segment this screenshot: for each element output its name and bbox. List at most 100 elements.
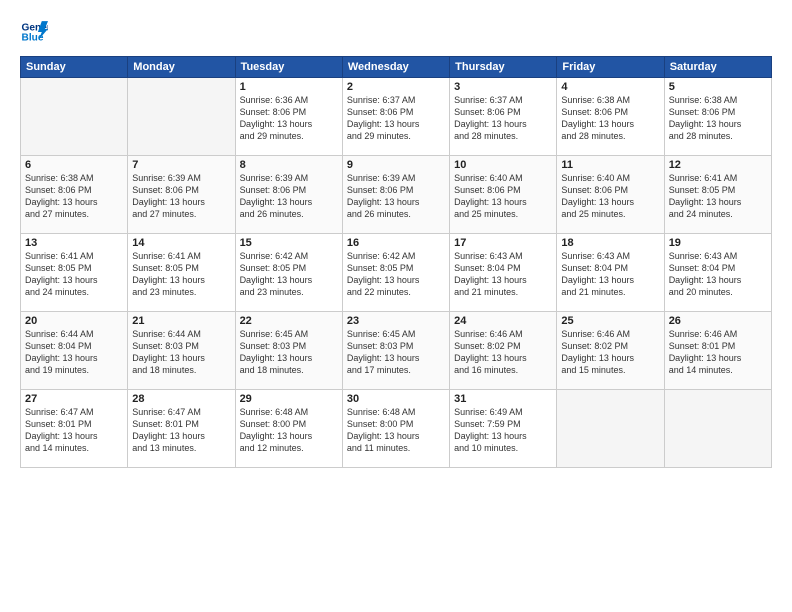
- day-info: Sunrise: 6:45 AM Sunset: 8:03 PM Dayligh…: [347, 328, 445, 377]
- day-info: Sunrise: 6:38 AM Sunset: 8:06 PM Dayligh…: [669, 94, 767, 143]
- calendar-cell: 20Sunrise: 6:44 AM Sunset: 8:04 PM Dayli…: [21, 312, 128, 390]
- day-number: 19: [669, 237, 767, 249]
- day-info: Sunrise: 6:46 AM Sunset: 8:02 PM Dayligh…: [454, 328, 552, 377]
- logo-icon: General Blue: [20, 18, 48, 46]
- day-info: Sunrise: 6:41 AM Sunset: 8:05 PM Dayligh…: [132, 250, 230, 299]
- day-number: 6: [25, 159, 123, 171]
- calendar-cell: 23Sunrise: 6:45 AM Sunset: 8:03 PM Dayli…: [342, 312, 449, 390]
- day-number: 30: [347, 393, 445, 405]
- calendar-cell: [128, 78, 235, 156]
- calendar-header-friday: Friday: [557, 57, 664, 78]
- day-number: 21: [132, 315, 230, 327]
- day-info: Sunrise: 6:48 AM Sunset: 8:00 PM Dayligh…: [240, 406, 338, 455]
- calendar-cell: 26Sunrise: 6:46 AM Sunset: 8:01 PM Dayli…: [664, 312, 771, 390]
- day-number: 3: [454, 81, 552, 93]
- day-info: Sunrise: 6:46 AM Sunset: 8:01 PM Dayligh…: [669, 328, 767, 377]
- calendar-cell: 18Sunrise: 6:43 AM Sunset: 8:04 PM Dayli…: [557, 234, 664, 312]
- day-number: 25: [561, 315, 659, 327]
- calendar-cell: [21, 78, 128, 156]
- calendar-cell: 24Sunrise: 6:46 AM Sunset: 8:02 PM Dayli…: [450, 312, 557, 390]
- calendar-cell: 7Sunrise: 6:39 AM Sunset: 8:06 PM Daylig…: [128, 156, 235, 234]
- day-number: 4: [561, 81, 659, 93]
- logo: General Blue: [20, 18, 48, 46]
- day-number: 15: [240, 237, 338, 249]
- calendar-header-sunday: Sunday: [21, 57, 128, 78]
- calendar-cell: 13Sunrise: 6:41 AM Sunset: 8:05 PM Dayli…: [21, 234, 128, 312]
- calendar-cell: 22Sunrise: 6:45 AM Sunset: 8:03 PM Dayli…: [235, 312, 342, 390]
- calendar-cell: 9Sunrise: 6:39 AM Sunset: 8:06 PM Daylig…: [342, 156, 449, 234]
- calendar-cell: 4Sunrise: 6:38 AM Sunset: 8:06 PM Daylig…: [557, 78, 664, 156]
- calendar-cell: 3Sunrise: 6:37 AM Sunset: 8:06 PM Daylig…: [450, 78, 557, 156]
- day-number: 22: [240, 315, 338, 327]
- calendar-week-row: 1Sunrise: 6:36 AM Sunset: 8:06 PM Daylig…: [21, 78, 772, 156]
- calendar-cell: 30Sunrise: 6:48 AM Sunset: 8:00 PM Dayli…: [342, 390, 449, 468]
- calendar-header-monday: Monday: [128, 57, 235, 78]
- day-number: 13: [25, 237, 123, 249]
- calendar-cell: 2Sunrise: 6:37 AM Sunset: 8:06 PM Daylig…: [342, 78, 449, 156]
- calendar-week-row: 27 Sunrise: 6:47 AM Sunset: 8:01 PM Dayli…: [21, 390, 772, 468]
- page-header: General Blue: [20, 18, 772, 46]
- calendar-header-wednesday: Wednesday: [342, 57, 449, 78]
- day-number: 14: [132, 237, 230, 249]
- calendar-header-thursday: Thursday: [450, 57, 557, 78]
- day-number: 26: [669, 315, 767, 327]
- day-number: 29: [240, 393, 338, 405]
- day-info: Sunrise: 6:46 AM Sunset: 8:02 PM Dayligh…: [561, 328, 659, 377]
- calendar-cell: 10Sunrise: 6:40 AM Sunset: 8:06 PM Dayli…: [450, 156, 557, 234]
- calendar-cell: 21Sunrise: 6:44 AM Sunset: 8:03 PM Dayli…: [128, 312, 235, 390]
- day-info: Sunrise: 6:47 AM Sunset: 8:01 PM Dayligh…: [132, 406, 230, 455]
- calendar-header-row: SundayMondayTuesdayWednesdayThursdayFrid…: [21, 57, 772, 78]
- day-number: 27: [25, 393, 123, 405]
- day-number: 24: [454, 315, 552, 327]
- day-number: 12: [669, 159, 767, 171]
- day-info: Sunrise: 6:39 AM Sunset: 8:06 PM Dayligh…: [132, 172, 230, 221]
- day-number: 8: [240, 159, 338, 171]
- calendar-header-tuesday: Tuesday: [235, 57, 342, 78]
- calendar-cell: 1Sunrise: 6:36 AM Sunset: 8:06 PM Daylig…: [235, 78, 342, 156]
- day-info: Sunrise: 6:43 AM Sunset: 8:04 PM Dayligh…: [669, 250, 767, 299]
- day-info: Sunrise: 6:39 AM Sunset: 8:06 PM Dayligh…: [240, 172, 338, 221]
- calendar-cell: 19Sunrise: 6:43 AM Sunset: 8:04 PM Dayli…: [664, 234, 771, 312]
- day-number: 23: [347, 315, 445, 327]
- day-info: Sunrise: 6:36 AM Sunset: 8:06 PM Dayligh…: [240, 94, 338, 143]
- day-number: 20: [25, 315, 123, 327]
- day-number: 31: [454, 393, 552, 405]
- calendar-cell: 14Sunrise: 6:41 AM Sunset: 8:05 PM Dayli…: [128, 234, 235, 312]
- calendar-cell: [664, 390, 771, 468]
- day-number: 5: [669, 81, 767, 93]
- day-info: Sunrise: 6:40 AM Sunset: 8:06 PM Dayligh…: [561, 172, 659, 221]
- calendar-cell: 6Sunrise: 6:38 AM Sunset: 8:06 PM Daylig…: [21, 156, 128, 234]
- day-number: 7: [132, 159, 230, 171]
- calendar-cell: 28Sunrise: 6:47 AM Sunset: 8:01 PM Dayli…: [128, 390, 235, 468]
- day-number: 10: [454, 159, 552, 171]
- calendar-cell: 16Sunrise: 6:42 AM Sunset: 8:05 PM Dayli…: [342, 234, 449, 312]
- day-info: Sunrise: 6:43 AM Sunset: 8:04 PM Dayligh…: [454, 250, 552, 299]
- day-info: Sunrise: 6:38 AM Sunset: 8:06 PM Dayligh…: [25, 172, 123, 221]
- day-info: Sunrise: 6:41 AM Sunset: 8:05 PM Dayligh…: [669, 172, 767, 221]
- svg-text:Blue: Blue: [22, 33, 44, 44]
- calendar-cell: 15Sunrise: 6:42 AM Sunset: 8:05 PM Dayli…: [235, 234, 342, 312]
- calendar-cell: 29Sunrise: 6:48 AM Sunset: 8:00 PM Dayli…: [235, 390, 342, 468]
- calendar-cell: 5Sunrise: 6:38 AM Sunset: 8:06 PM Daylig…: [664, 78, 771, 156]
- calendar-cell: 25Sunrise: 6:46 AM Sunset: 8:02 PM Dayli…: [557, 312, 664, 390]
- calendar-cell: 17Sunrise: 6:43 AM Sunset: 8:04 PM Dayli…: [450, 234, 557, 312]
- day-number: 1: [240, 81, 338, 93]
- day-number: 2: [347, 81, 445, 93]
- calendar-week-row: 6Sunrise: 6:38 AM Sunset: 8:06 PM Daylig…: [21, 156, 772, 234]
- calendar-cell: 12Sunrise: 6:41 AM Sunset: 8:05 PM Dayli…: [664, 156, 771, 234]
- calendar-cell: 8Sunrise: 6:39 AM Sunset: 8:06 PM Daylig…: [235, 156, 342, 234]
- calendar-week-row: 13Sunrise: 6:41 AM Sunset: 8:05 PM Dayli…: [21, 234, 772, 312]
- day-number: 17: [454, 237, 552, 249]
- day-info: Sunrise: 6:37 AM Sunset: 8:06 PM Dayligh…: [347, 94, 445, 143]
- day-info: Sunrise: 6:42 AM Sunset: 8:05 PM Dayligh…: [240, 250, 338, 299]
- calendar-cell: 11Sunrise: 6:40 AM Sunset: 8:06 PM Dayli…: [557, 156, 664, 234]
- day-info: Sunrise: 6:38 AM Sunset: 8:06 PM Dayligh…: [561, 94, 659, 143]
- day-info: Sunrise: 6:37 AM Sunset: 8:06 PM Dayligh…: [454, 94, 552, 143]
- day-info: Sunrise: 6:42 AM Sunset: 8:05 PM Dayligh…: [347, 250, 445, 299]
- day-info: Sunrise: 6:41 AM Sunset: 8:05 PM Dayligh…: [25, 250, 123, 299]
- day-info: Sunrise: 6:43 AM Sunset: 8:04 PM Dayligh…: [561, 250, 659, 299]
- day-number: 9: [347, 159, 445, 171]
- day-info: Sunrise: 6:49 AM Sunset: 7:59 PM Dayligh…: [454, 406, 552, 455]
- calendar-cell: 31Sunrise: 6:49 AM Sunset: 7:59 PM Dayli…: [450, 390, 557, 468]
- day-number: 28: [132, 393, 230, 405]
